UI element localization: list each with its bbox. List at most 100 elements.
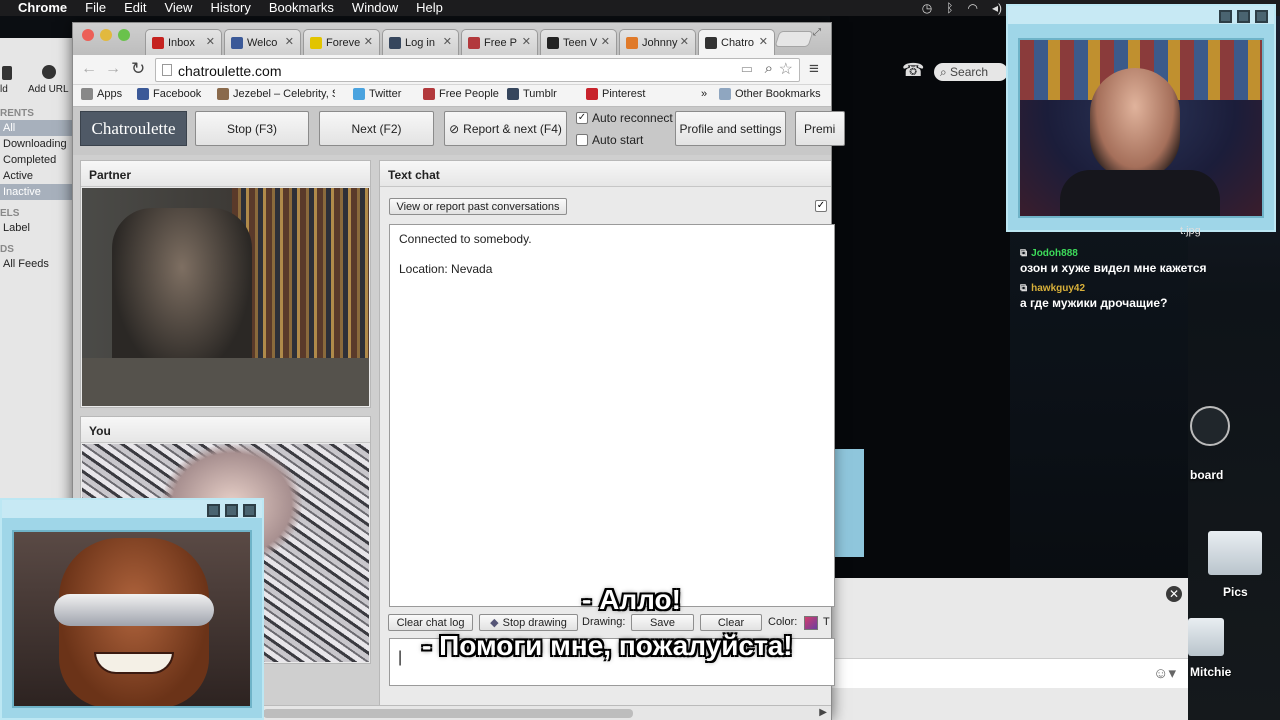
stop-drawing-button[interactable]: ◆ Stop drawing — [479, 614, 578, 631]
bg-item-active[interactable]: Active — [0, 168, 80, 184]
folder-icon — [719, 88, 731, 100]
color-picker-swatch[interactable] — [804, 616, 818, 630]
menu-history[interactable]: History — [201, 0, 259, 16]
tab-close-icon[interactable]: ✕ — [206, 35, 215, 48]
view-report-button[interactable]: View or report past conversations — [389, 198, 567, 215]
streamer-webcam — [1018, 38, 1264, 218]
bg-item-all-feeds[interactable]: All Feeds — [0, 256, 80, 272]
scroll-right-arrow-icon[interactable]: ▶ — [819, 707, 827, 718]
reload-icon[interactable]: ↻ — [131, 59, 145, 79]
tab-freepeople[interactable]: Free P ✕ — [461, 29, 538, 55]
tab-johnny[interactable]: Johnny ✕ — [619, 29, 696, 55]
zoom-icon[interactable]: ⌕ — [765, 60, 773, 77]
other-bookmarks[interactable]: Other Bookmarks — [719, 88, 821, 100]
address-bar[interactable]: chatroulette.com ▭ ⌕ ☆ — [155, 58, 800, 82]
add-url-label[interactable]: Add URL — [28, 84, 69, 95]
minimize-window-button[interactable] — [100, 29, 112, 41]
forward-arrow-icon[interactable]: → — [105, 60, 121, 78]
bg-item-downloading[interactable]: Downloading — [0, 136, 80, 152]
bg-item-inactive[interactable]: Inactive — [0, 184, 80, 200]
clear-chat-log-button[interactable]: Clear chat log — [388, 614, 473, 631]
stop-button[interactable]: Stop (F3) — [195, 111, 309, 146]
folder-pics-icon[interactable] — [1208, 531, 1262, 575]
menu-icon[interactable]: ≡ — [809, 59, 819, 79]
menu-view[interactable]: View — [155, 0, 201, 16]
tab-gmail[interactable]: Inbox ✕ — [145, 29, 222, 55]
bg-item-completed[interactable]: Completed — [0, 152, 80, 168]
tab-close-icon[interactable]: ✕ — [443, 35, 452, 48]
tab-close-icon[interactable]: ✕ — [759, 35, 768, 48]
bookmark-twitter[interactable]: Twitter — [353, 88, 401, 100]
star-icon[interactable]: ☆ — [779, 59, 793, 79]
menu-help[interactable]: Help — [407, 0, 452, 16]
partner-title: Partner — [81, 161, 370, 187]
tab-teenvogue[interactable]: Teen V ✕ — [540, 29, 617, 55]
scrollbar-thumb[interactable] — [263, 709, 633, 718]
menu-file[interactable]: File — [76, 0, 115, 16]
volume-icon[interactable]: ◂) — [992, 1, 1002, 15]
auto-reconnect-checkbox[interactable]: ✓ Auto reconnect — [576, 111, 673, 125]
menu-edit[interactable]: Edit — [115, 0, 155, 16]
menu-window[interactable]: Window — [343, 0, 407, 16]
tab-tumblr[interactable]: Log in ✕ — [382, 29, 459, 55]
tab-chatroulette[interactable]: Chatro ✕ — [698, 29, 775, 55]
bookmarks-overflow[interactable]: » — [701, 88, 707, 100]
chatroulette-toolbar: Chatroulette Stop (F3) Next (F2) ⊘ Repor… — [73, 107, 845, 155]
bluetooth-icon[interactable]: ᛒ — [946, 1, 953, 15]
overlay-button-icon — [1255, 10, 1268, 23]
next-button[interactable]: Next (F2) — [319, 111, 434, 146]
bookmark-freepeople[interactable]: Free People — [423, 88, 499, 100]
bookmark-tumblr[interactable]: Tumblr — [507, 88, 557, 100]
bookmark-label: Free People — [439, 88, 499, 100]
dashboard-icon[interactable] — [1190, 406, 1230, 446]
bookmark-facebook[interactable]: Facebook — [137, 88, 201, 100]
camera-icon[interactable]: ▭ — [741, 61, 753, 77]
back-arrow-icon[interactable]: ← — [81, 60, 97, 78]
chat-username-row: ⧉ hawkguy42 — [1020, 283, 1276, 294]
tab-close-icon[interactable]: ✕ — [522, 35, 531, 48]
tab-facebook[interactable]: Welco ✕ — [224, 29, 301, 55]
time-machine-icon[interactable]: ◷ — [922, 1, 932, 15]
bookmark-apps[interactable]: Apps — [81, 88, 122, 100]
bg-item-label[interactable]: Label — [0, 220, 80, 236]
phone-icon[interactable]: ☎ — [902, 60, 924, 81]
bookmark-jezebel[interactable]: Jezebel – Celebrity, S — [217, 88, 335, 100]
globe-icon[interactable] — [42, 65, 56, 79]
overlay-button-icon — [243, 504, 256, 517]
bg-toolbar-icon[interactable] — [2, 66, 12, 80]
close-window-button[interactable] — [82, 29, 94, 41]
close-icon[interactable]: ✕ — [1166, 586, 1182, 602]
wifi-icon[interactable]: ◠ — [967, 1, 977, 15]
teenvogue-icon — [547, 36, 559, 49]
clear-button[interactable]: Clear — [700, 614, 762, 631]
chatroulette-logo[interactable]: Chatroulette — [80, 111, 187, 146]
menu-bookmarks[interactable]: Bookmarks — [260, 0, 343, 16]
tab-close-icon[interactable]: ✕ — [680, 35, 689, 48]
fullscreen-icon[interactable]: ⤢ — [813, 27, 821, 38]
message-input-strip[interactable]: ☺▾ — [830, 658, 1188, 688]
tab-forever21[interactable]: Foreve ✕ — [303, 29, 380, 55]
bg-item-all[interactable]: All — [0, 120, 80, 136]
new-tab-button[interactable] — [774, 31, 814, 47]
report-next-button[interactable]: ⊘ Report & next (F4) — [444, 111, 567, 146]
auto-start-checkbox[interactable]: Auto start — [576, 133, 643, 147]
folder-mitchie-icon[interactable] — [1188, 618, 1224, 656]
jezebel-icon — [217, 88, 229, 100]
tab-close-icon[interactable]: ✕ — [285, 35, 294, 48]
other-bookmarks-label: Other Bookmarks — [735, 88, 821, 100]
menu-app-name[interactable]: Chrome — [0, 0, 76, 16]
tab-close-icon[interactable]: ✕ — [364, 35, 373, 48]
premium-button[interactable]: Premi — [795, 111, 845, 146]
drawing-label: Drawing: — [582, 616, 626, 628]
bookmark-label: Tumblr — [523, 88, 557, 100]
profile-settings-button[interactable]: Profile and settings — [675, 111, 786, 146]
finder-search-field[interactable]: ⌕ Search — [934, 63, 1008, 81]
emoji-icon[interactable]: ☺▾ — [1153, 664, 1176, 682]
zoom-window-button[interactable] — [118, 29, 130, 41]
save-button[interactable]: Save — [631, 614, 694, 631]
chat-message: Connected to somebody. — [399, 232, 532, 246]
tab-close-icon[interactable]: ✕ — [601, 35, 610, 48]
tab-label: Teen V — [563, 36, 598, 49]
chat-checkbox[interactable]: ✓ — [815, 200, 827, 212]
bookmark-pinterest[interactable]: Pinterest — [586, 88, 645, 100]
